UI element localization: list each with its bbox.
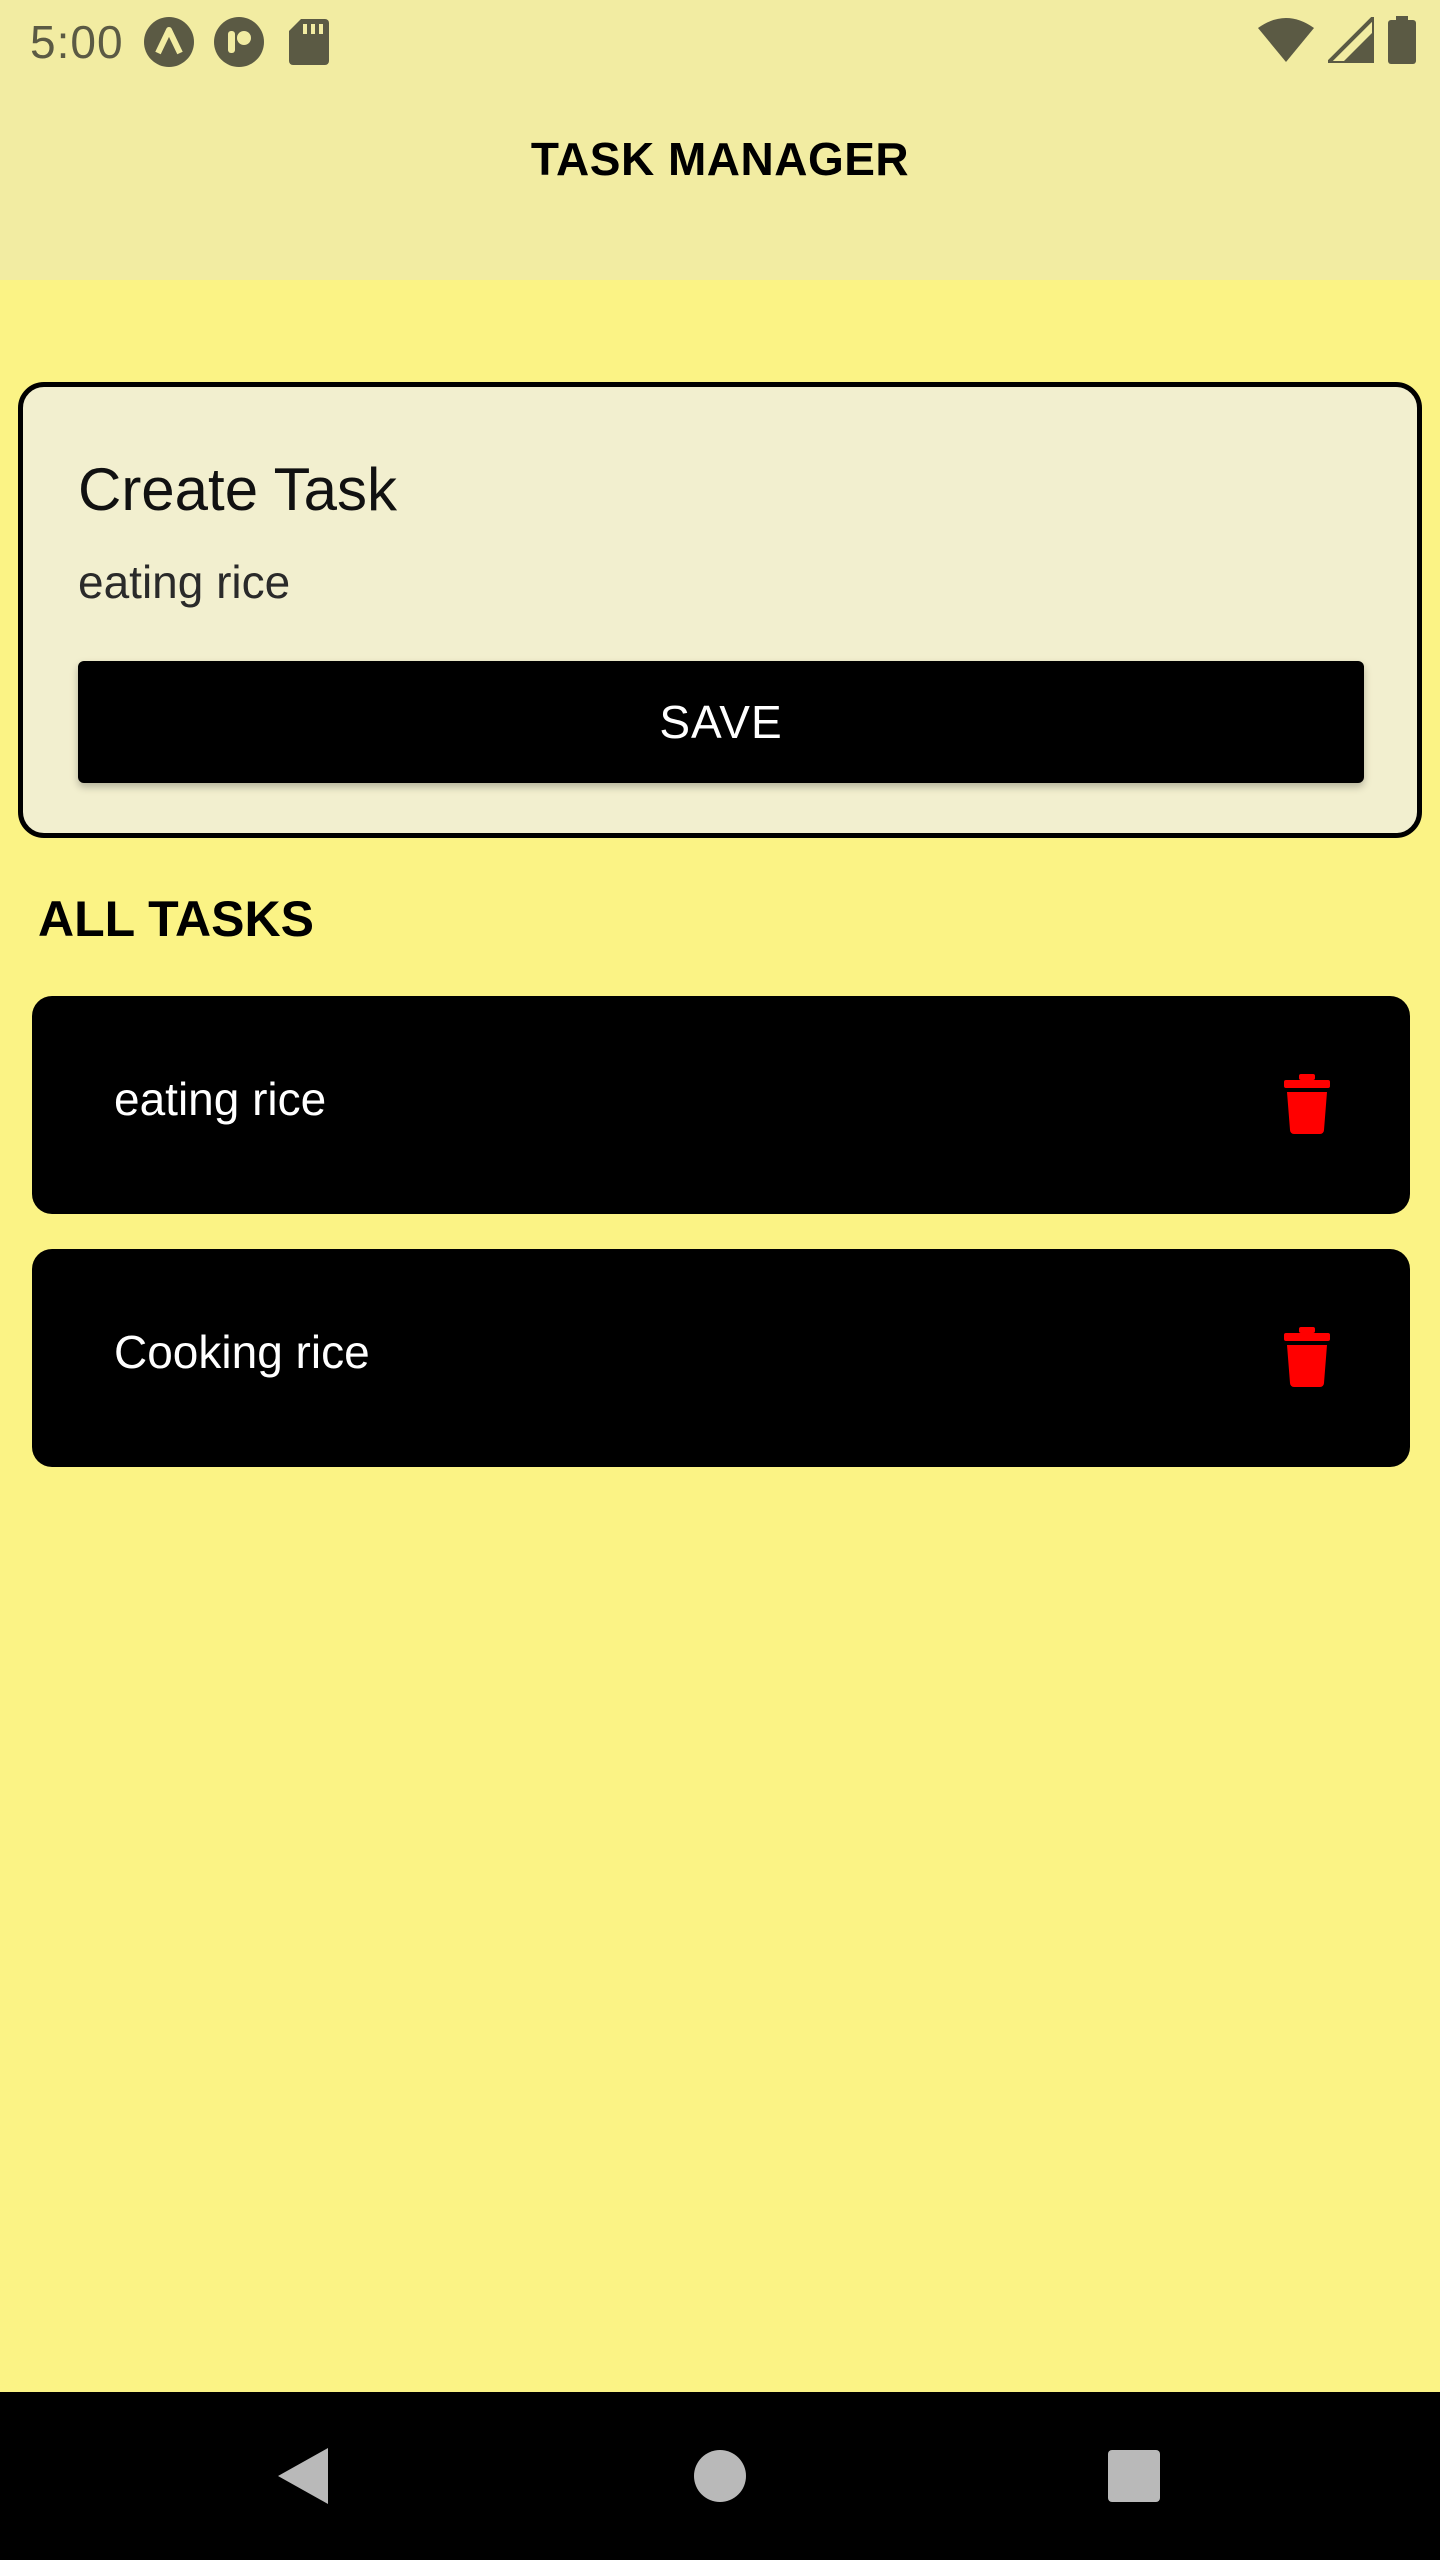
trash-icon — [1284, 1074, 1330, 1134]
all-tasks-title: ALL TASKS — [38, 891, 314, 947]
task-label: Cooking rice — [114, 1326, 370, 1378]
delete-task-button[interactable] — [1276, 1321, 1338, 1393]
back-icon[interactable] — [262, 2436, 342, 2516]
signal-icon — [1323, 11, 1376, 68]
task-label: eating rice — [114, 1073, 327, 1125]
wifi-icon — [1258, 17, 1314, 67]
app-bar: TASK MANAGER — [0, 84, 1440, 280]
app-title: TASK MANAGER — [530, 133, 910, 185]
delete-task-button[interactable] — [1276, 1068, 1338, 1140]
status-bar: 5:00 — [0, 0, 1440, 84]
battery-icon — [1388, 15, 1416, 69]
home-icon[interactable] — [680, 2436, 760, 2516]
create-task-card: Create Task SAVE — [18, 382, 1422, 838]
navigation-bar — [0, 2392, 1440, 2560]
launcher-a-icon — [143, 17, 194, 67]
create-task-title: Create Task — [78, 456, 398, 523]
save-button[interactable]: SAVE — [78, 661, 1364, 783]
recent-apps-icon[interactable] — [1094, 2436, 1174, 2516]
task-row[interactable]: Cooking rice — [32, 1249, 1410, 1467]
task-input[interactable] — [78, 547, 1358, 617]
task-row[interactable]: eating rice — [32, 996, 1410, 1214]
trash-icon — [1284, 1327, 1330, 1387]
status-time: 5:00 — [30, 16, 124, 68]
sd-card-icon — [284, 17, 334, 67]
app-icon — [213, 17, 264, 67]
